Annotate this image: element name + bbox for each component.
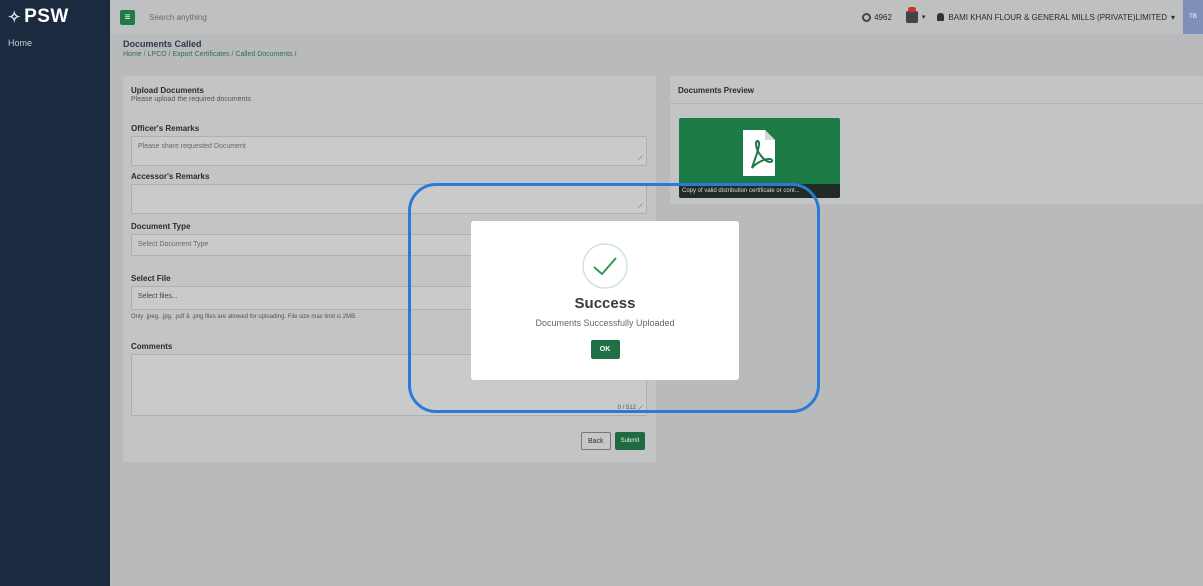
company-name: BAMI KHAN FLOUR & GENERAL MILLS (PRIVATE… bbox=[948, 12, 1167, 22]
bell-icon[interactable] bbox=[905, 7, 918, 23]
accessor-remarks-label: Accessor's Remarks bbox=[131, 172, 210, 181]
officer-remarks-label: Officer's Remarks bbox=[131, 124, 200, 133]
officer-remarks-field: Officer's Remarks Please share requested… bbox=[131, 124, 647, 166]
search-input[interactable]: Search anything bbox=[149, 13, 207, 22]
success-check-icon bbox=[582, 243, 628, 289]
page-title: Documents Called bbox=[123, 39, 202, 49]
sidebar-item-home[interactable]: Home bbox=[0, 34, 110, 52]
psw-logo-text: PSW bbox=[24, 6, 69, 27]
psw-logo-icon: ✧ bbox=[8, 9, 22, 26]
officer-remarks-textarea[interactable]: Please share requested Document ⟋ bbox=[131, 136, 647, 166]
ok-button[interactable]: OK bbox=[590, 340, 620, 359]
officer-remarks-value: Please share requested Document bbox=[138, 143, 246, 150]
user-icon bbox=[937, 13, 945, 21]
card-title: Documents Preview bbox=[678, 86, 755, 95]
back-button[interactable]: Back bbox=[581, 432, 611, 450]
chevron-down-icon[interactable]: ▾ bbox=[922, 13, 926, 21]
form-actions: Back Submit bbox=[581, 432, 646, 450]
submit-button[interactable]: Submit bbox=[614, 432, 646, 450]
counter-value: 4962 bbox=[874, 12, 892, 22]
success-dialog: Success Documents Successfully Uploaded … bbox=[471, 221, 739, 380]
avatar[interactable]: TB bbox=[1183, 0, 1203, 34]
chevron-down-icon: ▾ bbox=[1170, 12, 1175, 22]
breadcrumb[interactable]: Home / LPCO / Export Certificates / Call… bbox=[123, 51, 297, 58]
page-header: Documents Called Home / LPCO / Export Ce… bbox=[123, 39, 297, 58]
psw-logo[interactable]: ✧ PSW bbox=[0, 0, 110, 34]
pdf-file-icon bbox=[743, 130, 775, 176]
dialog-title: Success bbox=[574, 295, 636, 312]
hamburger-menu-button[interactable]: ≡ bbox=[120, 9, 135, 25]
dialog-message: Documents Successfully Uploaded bbox=[535, 318, 675, 328]
sidebar: ✧ PSW Home bbox=[0, 0, 110, 586]
card-title: Upload Documents bbox=[131, 86, 204, 95]
company-dropdown[interactable]: BAMI KHAN FLOUR & GENERAL MILLS (PRIVATE… bbox=[937, 13, 1175, 22]
clock-icon bbox=[862, 12, 872, 22]
select-files-button[interactable]: Select files... bbox=[138, 293, 178, 300]
notification-badge bbox=[907, 7, 916, 12]
resize-handle-icon[interactable]: ⟋ bbox=[638, 155, 643, 163]
card-subtitle: Please upload the required documents bbox=[131, 96, 251, 103]
notification-counter[interactable]: 4962 bbox=[862, 12, 892, 22]
top-bar: ≡ Search anything 4962 ▾ BAMI KHAN FLOUR… bbox=[110, 0, 1203, 34]
